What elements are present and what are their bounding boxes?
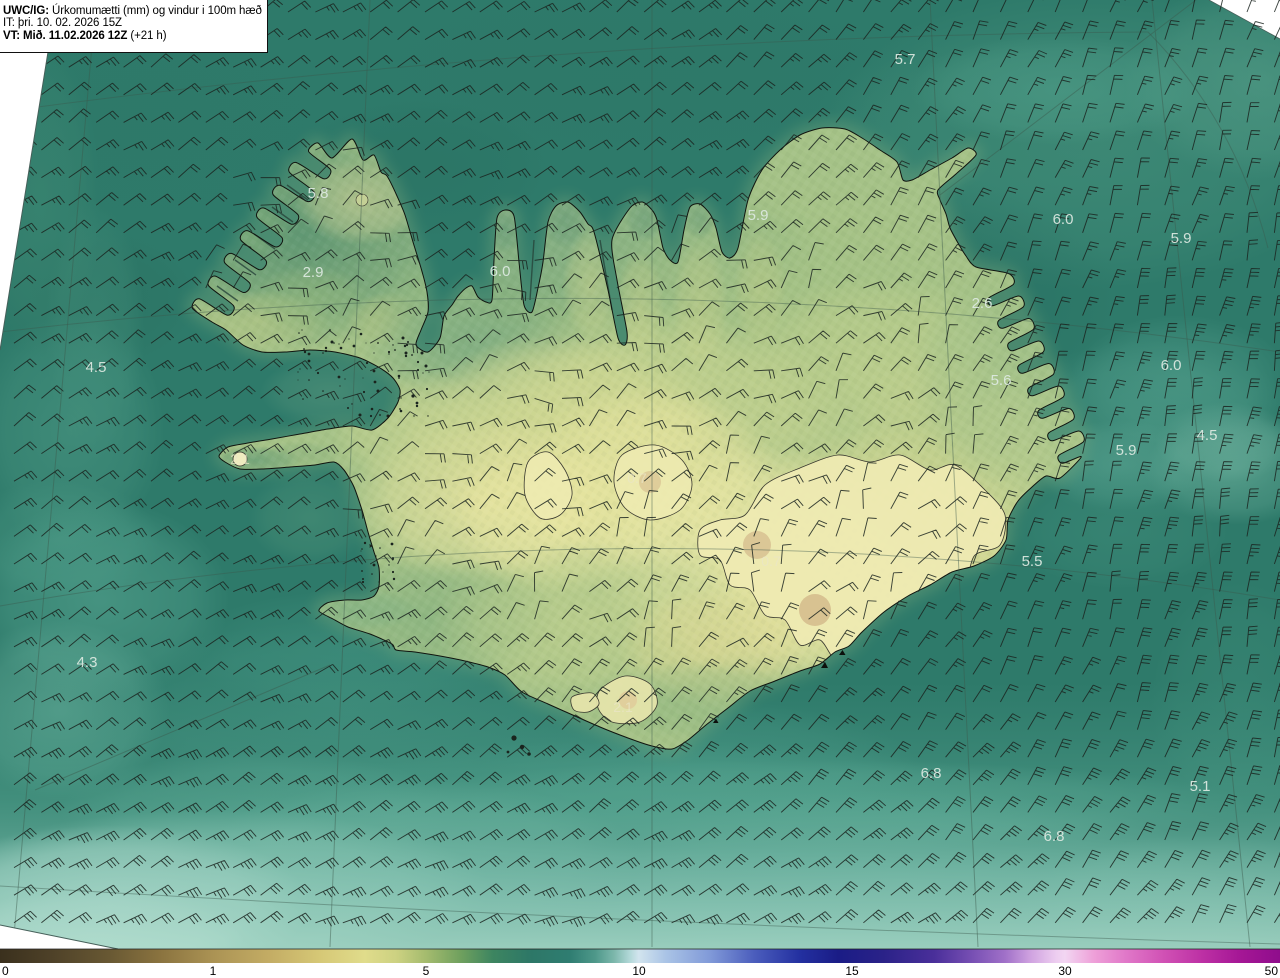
- svg-text:2.6: 2.6: [972, 295, 993, 312]
- svg-text:5.6: 5.6: [991, 372, 1012, 389]
- svg-text:0.7: 0.7: [761, 553, 781, 569]
- svg-text:5: 5: [423, 964, 430, 978]
- svg-text:2.1: 2.1: [230, 451, 250, 467]
- svg-text:5.9: 5.9: [748, 207, 769, 224]
- svg-text:4.5: 4.5: [1197, 427, 1218, 444]
- svg-text:2.1: 2.1: [613, 699, 633, 715]
- svg-text:0: 0: [2, 964, 9, 978]
- svg-text:50: 50: [1265, 964, 1279, 978]
- svg-text:5.5: 5.5: [1022, 553, 1043, 570]
- svg-text:6.8: 6.8: [1044, 828, 1065, 845]
- svg-text:6.0: 6.0: [1053, 211, 1074, 228]
- svg-text:5.9: 5.9: [1116, 442, 1137, 459]
- svg-text:4.5: 4.5: [86, 359, 107, 376]
- svg-text:5.7: 5.7: [895, 51, 916, 68]
- svg-text:30: 30: [1058, 964, 1072, 978]
- svg-text:6.8: 6.8: [921, 765, 942, 782]
- svg-text:5.9: 5.9: [1171, 230, 1192, 247]
- svg-text:4.3: 4.3: [77, 654, 98, 671]
- svg-text:15: 15: [845, 964, 859, 978]
- svg-text:1: 1: [210, 964, 217, 978]
- svg-text:5.1: 5.1: [1190, 778, 1211, 795]
- svg-text:6.0: 6.0: [1161, 357, 1182, 374]
- svg-text:10: 10: [632, 964, 646, 978]
- svg-text:5.8: 5.8: [308, 185, 329, 202]
- svg-text:6.0: 6.0: [490, 263, 511, 280]
- svg-text:2.9: 2.9: [303, 264, 324, 281]
- svg-text:0.7: 0.7: [627, 470, 647, 486]
